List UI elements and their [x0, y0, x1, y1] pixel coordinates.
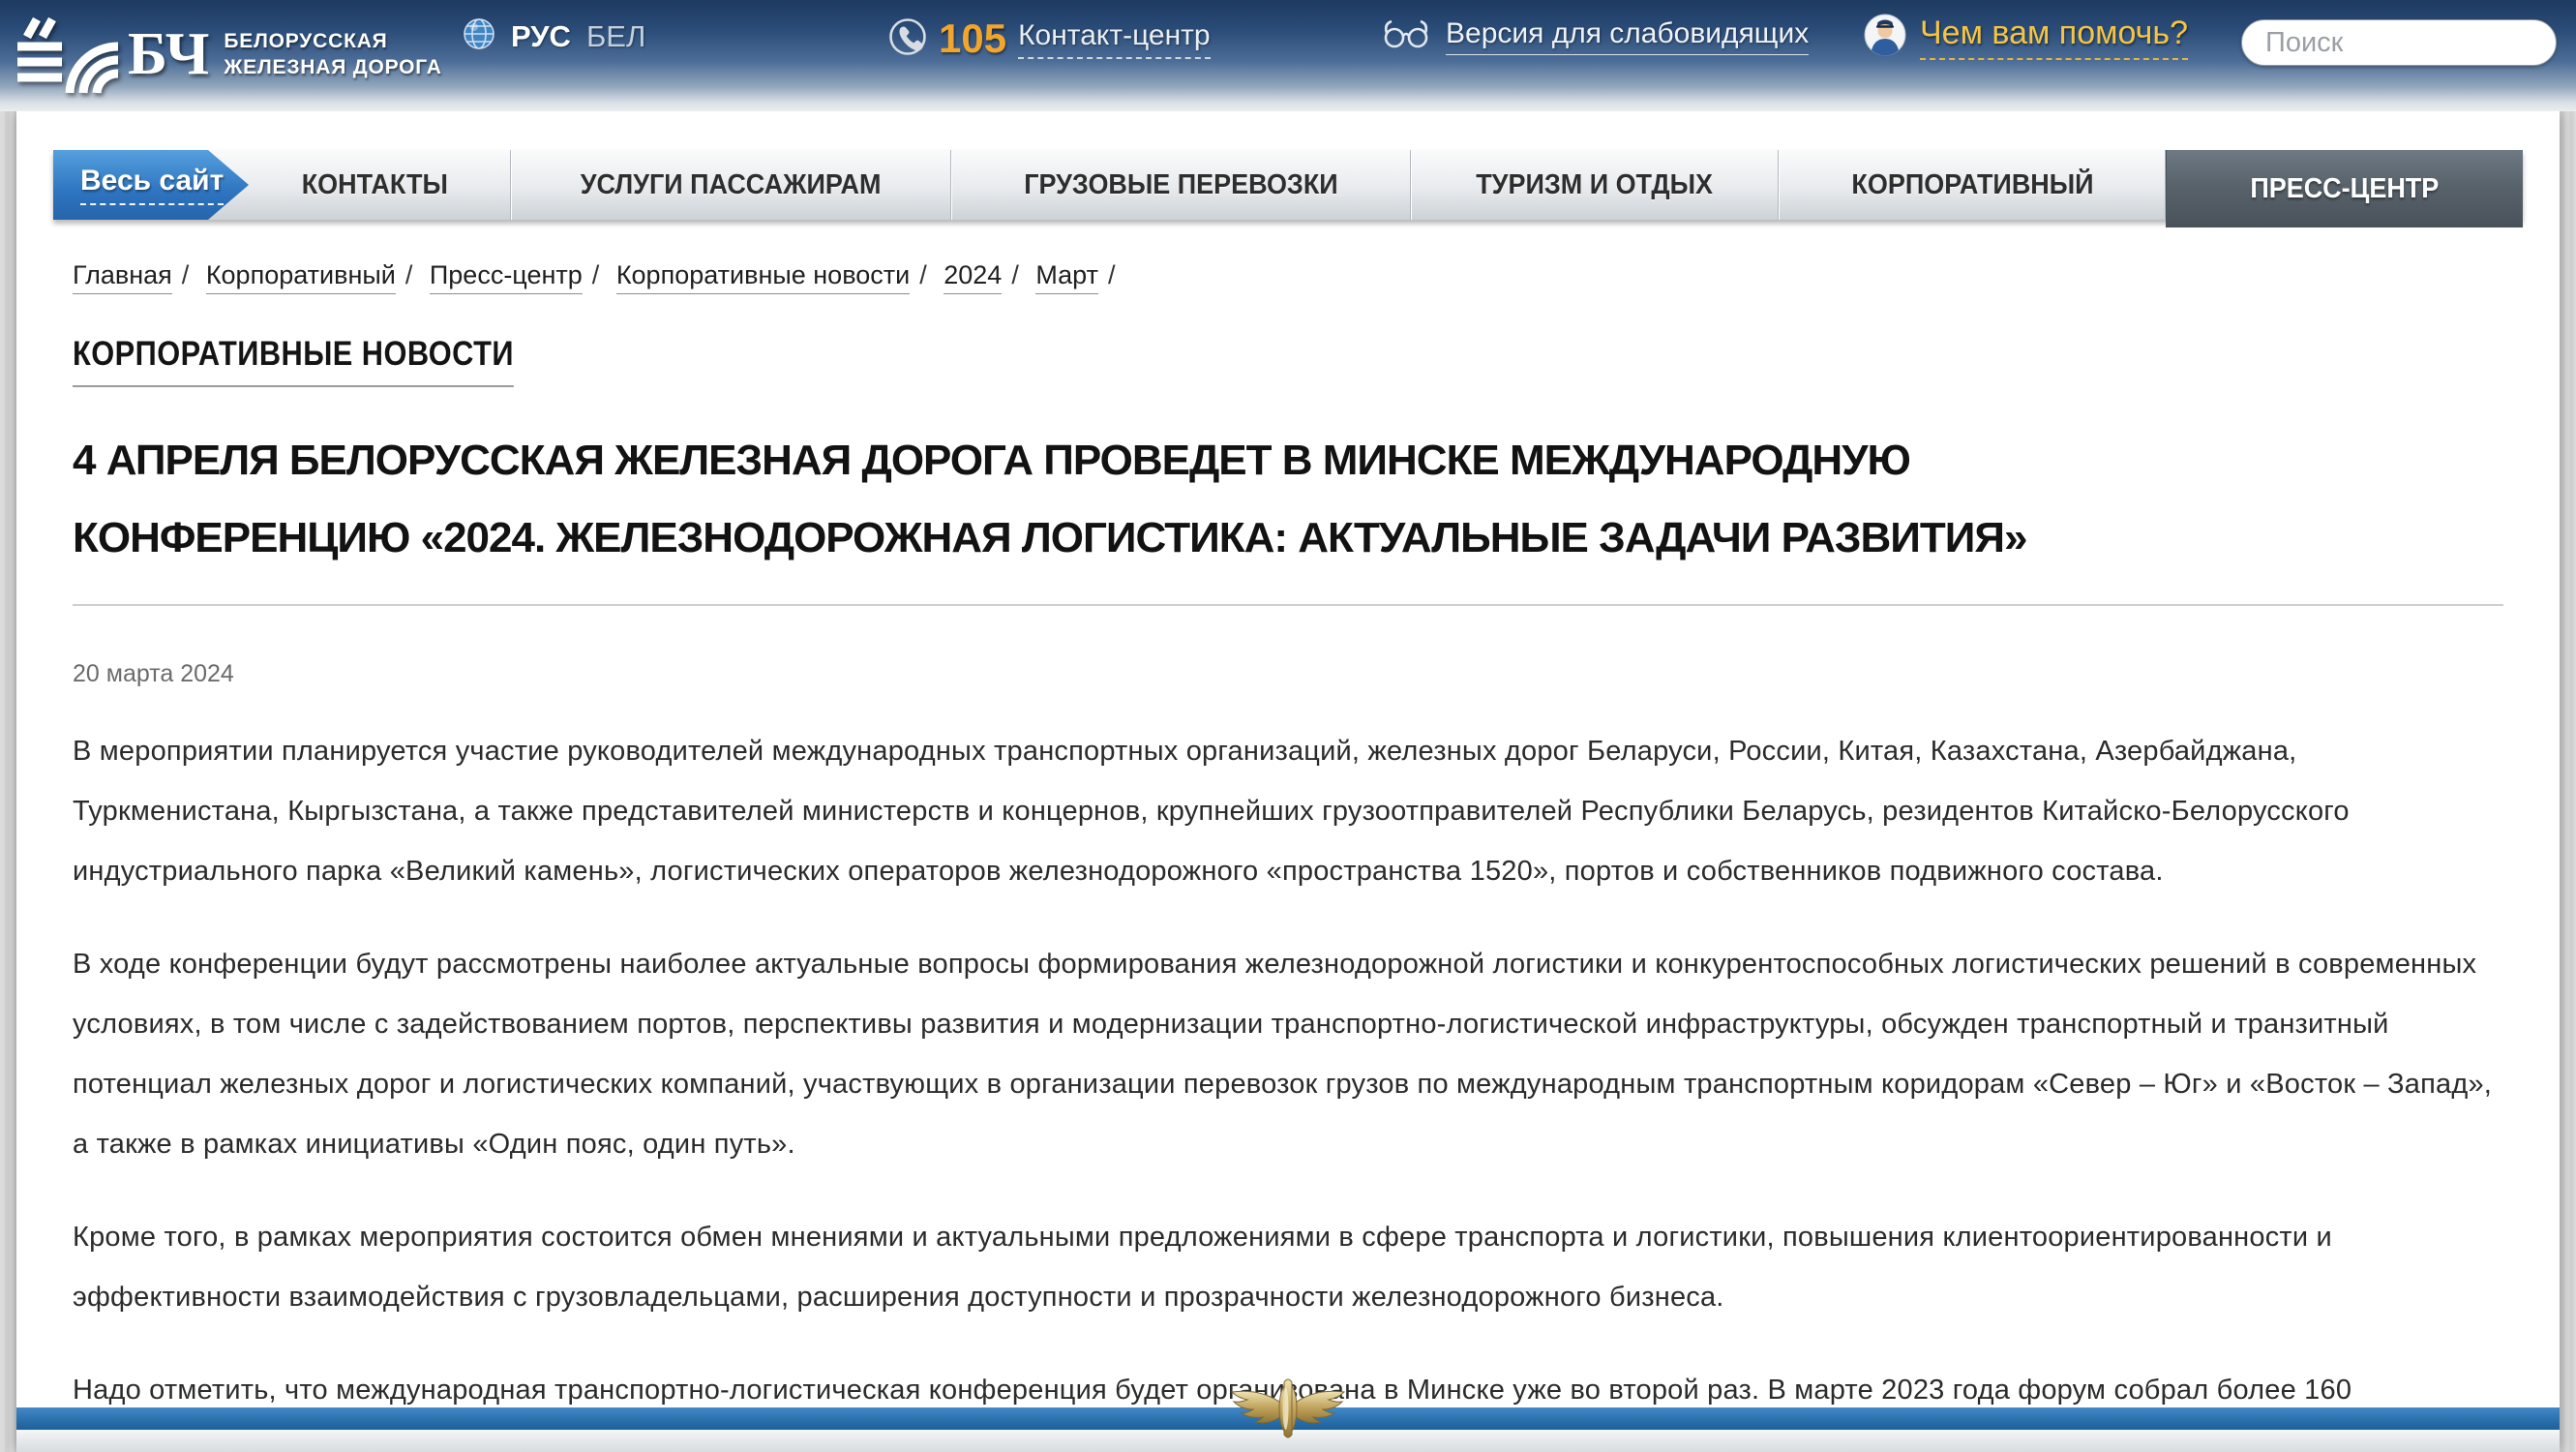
lang-rus-button[interactable]: РУС [511, 19, 571, 54]
accessibility-version-link[interactable]: Версия для слабовидящих [1446, 17, 1809, 55]
breadcrumb-march[interactable]: Март [1035, 260, 1098, 294]
lang-bel-button[interactable]: БЕЛ [586, 19, 645, 54]
article-headline: 4 АПРЕЛЯ БЕЛОРУССКАЯ ЖЕЛЕЗНАЯ ДОРОГА ПРО… [73, 422, 2503, 577]
glasses-icon [1382, 18, 1432, 54]
site-logo[interactable]: БЧ БЕЛОРУССКАЯ ЖЕЛЕЗНАЯ ДОРОГА [14, 14, 442, 95]
tab-contacts[interactable]: КОНТАКТЫ [210, 150, 511, 220]
phone-icon [888, 17, 927, 61]
headline-divider [73, 604, 2503, 606]
article-date: 20 марта 2024 [73, 660, 2503, 688]
breadcrumb-home[interactable]: Главная [73, 260, 172, 294]
main-navigation: Весь сайт КОНТАКТЫ УСЛУГИ ПАССАЖИРАМ ГРУ… [53, 150, 2523, 220]
language-switcher: РУС БЕЛ [463, 17, 645, 55]
accessibility-version: Версия для слабовидящих [1382, 17, 1809, 55]
article-content: Главная/ Корпоративный/ Пресс-центр/ Кор… [16, 260, 2560, 1452]
tab-corporate[interactable]: КОРПОРАТИВНЫЙ [1779, 150, 2166, 220]
contact-center: 105 Контакт-центр [888, 15, 1211, 62]
railway-logo-icon [14, 14, 122, 95]
article-paragraph: В мероприятии планируется участие руково… [73, 721, 2503, 901]
globe-icon [463, 17, 495, 55]
breadcrumb: Главная/ Корпоративный/ Пресс-центр/ Кор… [73, 260, 2503, 290]
breadcrumb-2024[interactable]: 2024 [944, 260, 1002, 294]
all-site-button[interactable]: Весь сайт [53, 150, 249, 220]
contact-center-link[interactable]: Контакт-центр [1018, 19, 1211, 59]
logo-company-name: БЕЛОРУССКАЯ ЖЕЛЕЗНАЯ ДОРОГА [224, 28, 441, 80]
breadcrumb-corporate[interactable]: Корпоративный [206, 260, 396, 294]
section-title: КОРПОРАТИВНЫЕ НОВОСТИ [73, 335, 514, 387]
all-site-label: Весь сайт [80, 165, 224, 205]
article-paragraph: В ходе конференции будут рассмотрены наи… [73, 934, 2503, 1174]
logo-abbreviation: БЧ [128, 20, 210, 89]
tab-tourism[interactable]: ТУРИЗМ И ОТДЫХ [1411, 150, 1779, 220]
article-body: В мероприятии планируется участие руково… [73, 721, 2503, 1452]
search-input[interactable] [2242, 27, 2557, 59]
help-link[interactable]: Чем вам помочь? [1920, 15, 2188, 60]
tab-passenger-services[interactable]: УСЛУГИ ПАССАЖИРАМ [511, 150, 951, 220]
tab-press-center[interactable]: ПРЕСС-ЦЕНТР [2166, 150, 2523, 227]
assistant-avatar-icon [1864, 14, 1906, 61]
site-header: БЧ БЕЛОРУССКАЯ ЖЕЛЕЗНАЯ ДОРОГА РУС БЕЛ 1… [0, 0, 2576, 111]
help-widget: Чем вам помочь? [1864, 14, 2188, 61]
search-box [2241, 19, 2557, 66]
breadcrumb-corporate-news[interactable]: Корпоративные новости [616, 260, 910, 294]
contact-phone-number: 105 [939, 15, 1006, 62]
article-paragraph: Кроме того, в рамках мероприятия состоит… [73, 1207, 2503, 1327]
breadcrumb-press-center[interactable]: Пресс-центр [430, 260, 583, 294]
tab-freight[interactable]: ГРУЗОВЫЕ ПЕРЕВОЗКИ [951, 150, 1411, 220]
content-card: Весь сайт КОНТАКТЫ УСЛУГИ ПАССАЖИРАМ ГРУ… [16, 111, 2560, 1452]
